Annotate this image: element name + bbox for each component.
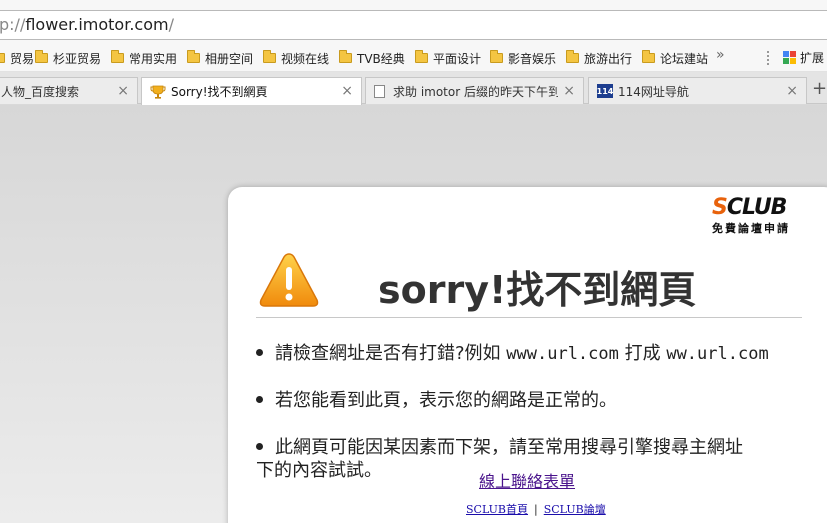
sclub-forum-link[interactable]: SCLUB論壇 — [544, 503, 606, 516]
document-icon — [374, 84, 385, 98]
tab-baidu[interactable]: 人物_百度搜索 × — [0, 77, 138, 104]
bookmarks-separator — [767, 51, 770, 65]
tab-sorry[interactable]: Sorry!找不到網頁 × — [141, 77, 362, 105]
bookmark-item[interactable]: 贸易 — [0, 49, 34, 67]
bookmark-item[interactable]: 影音娱乐 — [490, 49, 556, 67]
url-text[interactable]: p://flower.imotor.com/ — [0, 15, 174, 34]
bookmark-item[interactable]: 相册空间 — [187, 49, 253, 67]
sclub-home-link[interactable]: SCLUB首頁 — [466, 503, 528, 516]
extensions-label: 扩展 — [800, 51, 825, 65]
folder-icon — [35, 50, 48, 63]
logo-subtitle: 免費論壇申請 — [712, 222, 790, 235]
page-viewport: SCLUB 免費論壇申請 sorry!找不到網頁 請檢查網址是否有打錯?例如 w… — [0, 105, 827, 523]
folder-icon — [339, 50, 352, 63]
close-icon[interactable]: × — [117, 83, 129, 99]
bookmarks-bar: 贸易 杉亚贸易 常用实用 相册空间 视频在线 TVB经典 平面设计 影音娱乐 旅… — [0, 44, 827, 72]
trophy-icon — [150, 85, 166, 99]
address-bar-row: p://flower.imotor.com/ — [0, 0, 827, 44]
folder-icon — [111, 50, 124, 63]
list-item: 此網頁可能因某因素而下架，請至常用搜尋引擎搜尋主網址 — [256, 436, 743, 460]
tab-114-nav[interactable]: 114 114网址导航 × — [588, 77, 807, 104]
tab-label: 人物_百度搜索 — [1, 84, 80, 99]
bookmark-item[interactable]: 旅游出行 — [566, 49, 632, 67]
close-icon[interactable]: × — [341, 83, 353, 99]
folder-icon — [0, 53, 5, 63]
close-icon[interactable]: × — [786, 83, 798, 99]
extensions-button[interactable]: 扩展 — [783, 49, 824, 66]
divider — [256, 317, 802, 318]
sclub-logo[interactable]: SCLUB 免費論壇申請 — [712, 197, 816, 236]
warning-icon — [259, 253, 319, 307]
address-bar[interactable]: p://flower.imotor.com/ — [0, 10, 827, 40]
apps-grid-icon — [783, 50, 797, 65]
list-item: 若您能看到此頁，表示您的網路是正常的。 — [256, 389, 617, 413]
folder-icon — [490, 50, 503, 63]
new-tab-button[interactable]: + — [812, 78, 827, 99]
folder-icon — [642, 50, 655, 63]
tab-label: Sorry!找不到網頁 — [171, 85, 268, 99]
footer-links: SCLUB首頁 | SCLUB論壇 — [466, 503, 606, 516]
contact-form-link[interactable]: 線上聯絡表單 — [479, 468, 575, 492]
folder-icon — [566, 50, 579, 63]
list-item: 請檢查網址是否有打錯?例如 www.url.com 打成 ww.url.com — [256, 342, 769, 366]
site-114-icon: 114 — [597, 84, 613, 98]
tab-bar: 人物_百度搜索 × Sorry!找不到網頁 × 求助 imotor 后缀的昨天下… — [0, 72, 827, 105]
list-item-continuation: 下的內容試試。 — [256, 460, 382, 481]
page-title: sorry!找不到網頁 — [378, 268, 697, 312]
bookmarks-more-button[interactable]: » — [716, 47, 725, 63]
bookmark-item[interactable]: 杉亚贸易 — [35, 49, 101, 67]
folder-icon — [263, 50, 276, 63]
close-icon[interactable]: × — [563, 83, 575, 99]
bookmark-item[interactable]: TVB经典 — [339, 49, 405, 67]
tab-label: 114网址导航 — [618, 84, 689, 99]
bookmark-item[interactable]: 常用实用 — [111, 49, 177, 67]
error-card: SCLUB 免費論壇申請 sorry!找不到網頁 請檢查網址是否有打錯?例如 w… — [228, 187, 827, 523]
bookmark-item[interactable]: 论坛建站 — [642, 49, 708, 67]
folder-icon — [415, 50, 428, 63]
tab-imotor-question[interactable]: 求助 imotor 后缀的昨天下午到 × — [365, 77, 584, 104]
folder-icon — [187, 50, 200, 63]
bookmark-item[interactable]: 视频在线 — [263, 49, 329, 67]
bookmark-item[interactable]: 平面设计 — [415, 49, 481, 67]
tab-label: 求助 imotor 后缀的昨天下午到 — [393, 84, 558, 99]
